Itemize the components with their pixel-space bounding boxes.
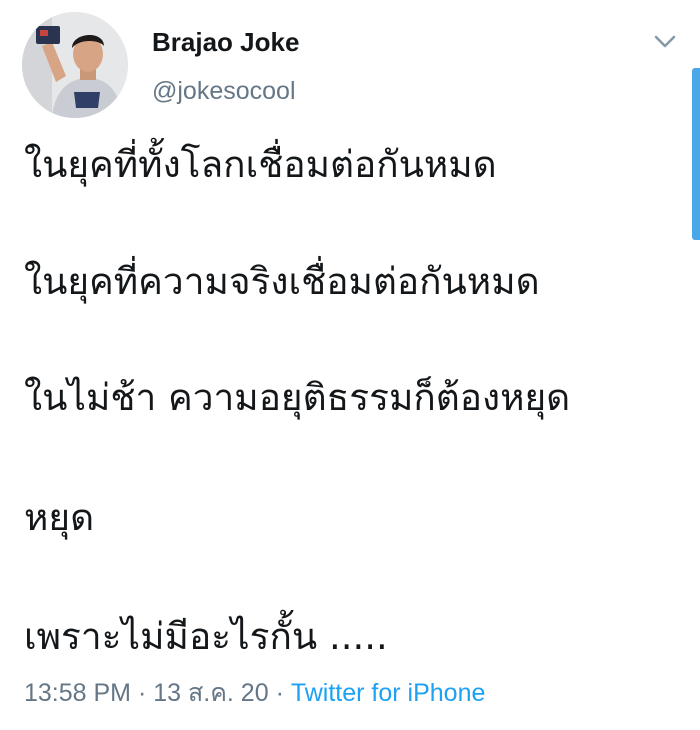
tweet-line: ในไม่ช้า ความอยุติธรรมก็ต้องหยุด [24, 376, 571, 419]
profile-photo [22, 12, 128, 118]
tweet-line: ในยุคที่ทั้งโลกเชื่อมต่อกันหมด [24, 143, 497, 186]
meta-separator: · [268, 679, 291, 707]
tweet-time: 13:58 PM [24, 679, 132, 707]
tweet-line: ในยุคที่ความจริงเชื่อมต่อกันหมด [24, 260, 540, 303]
tweet-source-link[interactable]: Twitter for iPhone [291, 679, 486, 707]
avatar[interactable] [22, 12, 128, 118]
tweet-line: หยุด [24, 496, 95, 539]
tweet-meta: 13:58 PM · 13 ส.ค. 20 · Twitter for iPho… [24, 673, 485, 713]
display-name[interactable]: Brajao Joke [152, 27, 299, 58]
scroll-indicator[interactable] [692, 68, 700, 240]
tweet-line: เพราะไม่มีอะไรกั้น ..... [24, 615, 388, 658]
tweet-date[interactable]: 13 ส.ค. 20 [153, 679, 268, 707]
chevron-down-icon[interactable] [652, 32, 678, 52]
meta-separator: · [131, 679, 154, 707]
tweet-header: Brajao Joke @jokesocool [0, 0, 700, 120]
user-handle[interactable]: @jokesocool [152, 77, 296, 106]
